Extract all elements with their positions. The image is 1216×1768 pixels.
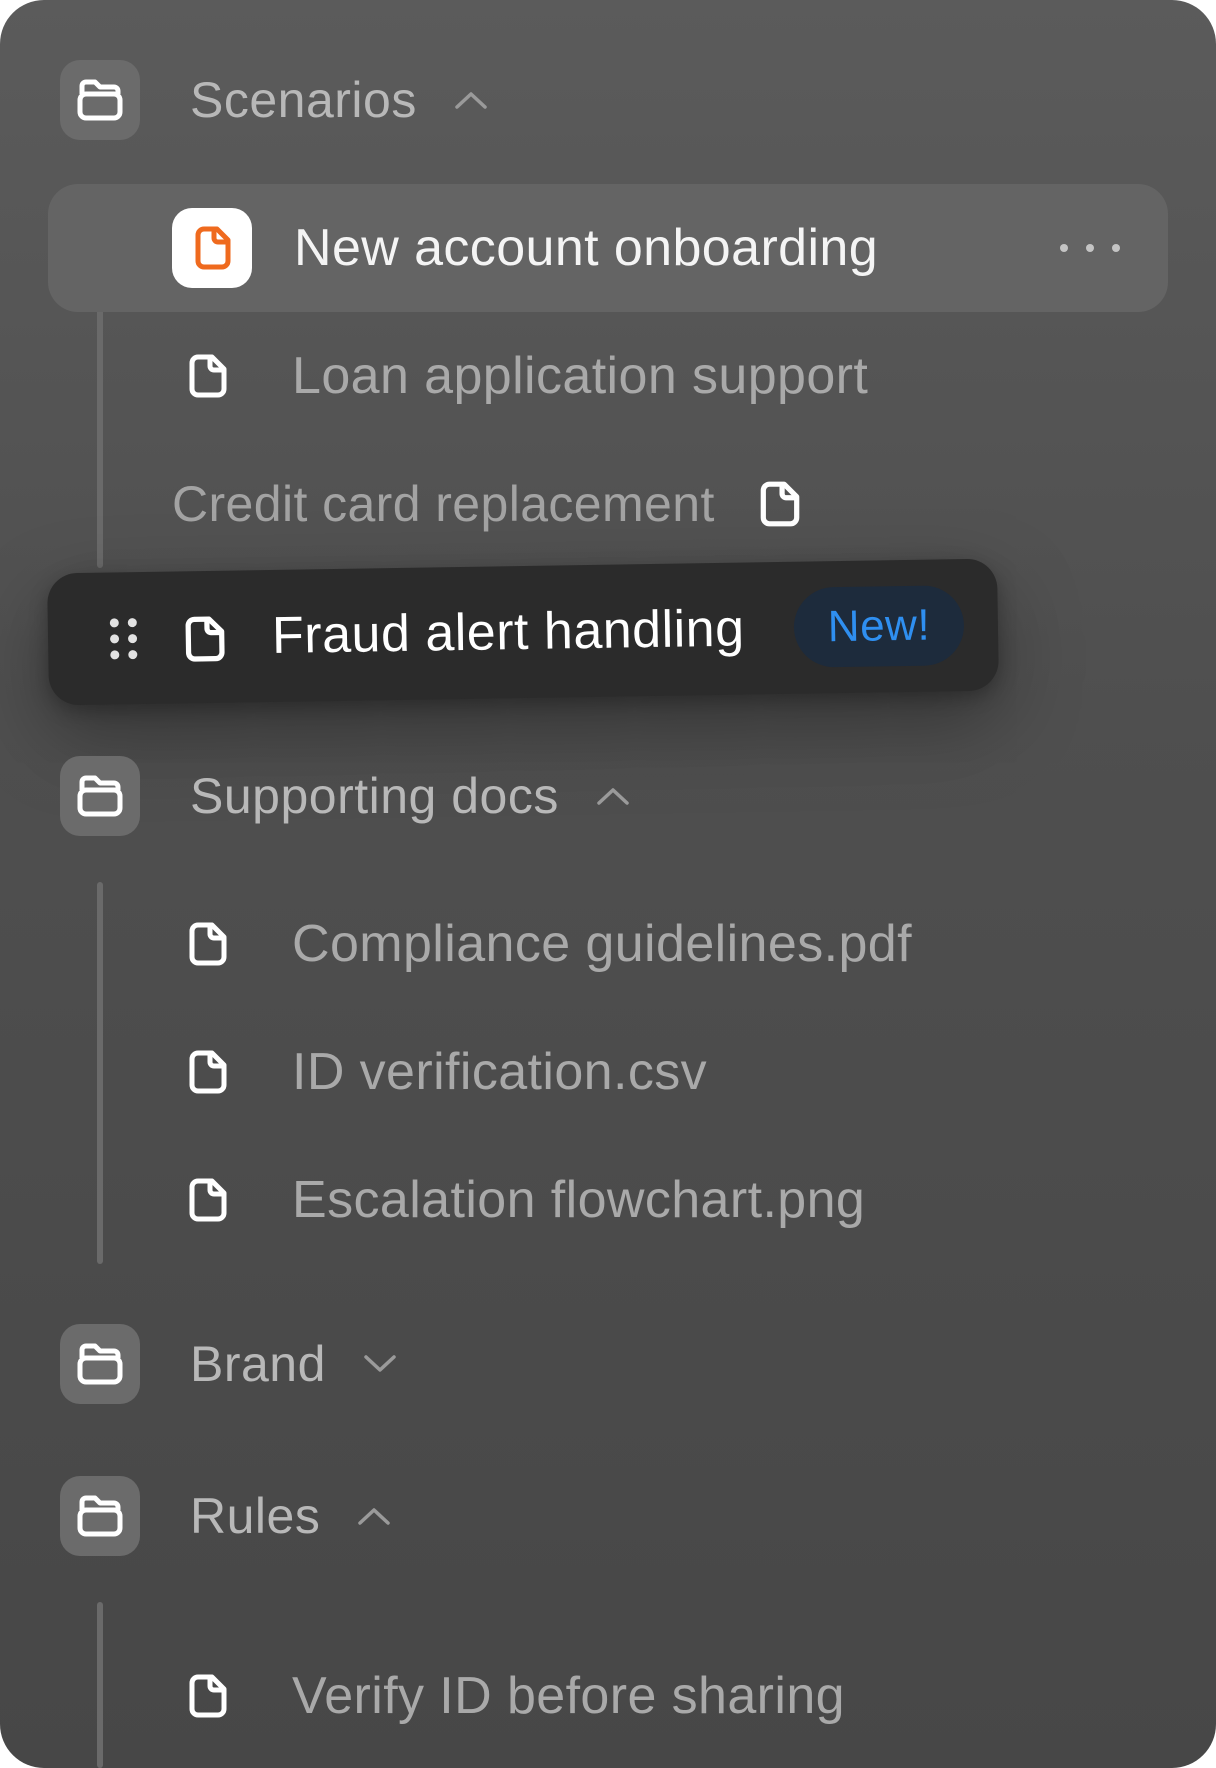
list-item[interactable]: Credit card replacement: [172, 464, 805, 544]
list-item[interactable]: ID verification.csv: [168, 1032, 707, 1112]
file-tree-panel: Scenarios New account onboarding Loan ap…: [0, 0, 1216, 1768]
chevron-up-icon[interactable]: [595, 785, 631, 807]
new-badge: New!: [793, 585, 965, 668]
chevron-down-icon[interactable]: [362, 1353, 398, 1375]
file-icon: [172, 208, 252, 288]
folder-label: Supporting docs: [190, 768, 559, 824]
folder-scenarios[interactable]: Scenarios: [60, 60, 489, 140]
file-label: Verify ID before sharing: [292, 1667, 845, 1725]
folder-brand[interactable]: Brand: [60, 1324, 398, 1404]
file-label: ID verification.csv: [292, 1043, 708, 1101]
file-label: Fraud alert handling: [271, 599, 745, 665]
file-icon: [180, 611, 231, 668]
file-icon: [168, 1656, 248, 1736]
file-icon: [168, 336, 248, 416]
dragging-item[interactable]: Fraud alert handling New!: [47, 558, 999, 706]
drag-handle-icon[interactable]: [109, 618, 139, 660]
folder-supporting-docs[interactable]: Supporting docs: [60, 756, 631, 836]
file-label: Loan application support: [292, 347, 869, 405]
tree-line-supporting: [97, 882, 103, 1264]
list-item[interactable]: Loan application support: [168, 336, 868, 416]
file-label: Credit card replacement: [172, 476, 715, 532]
chevron-up-icon[interactable]: [453, 89, 489, 111]
folder-label: Scenarios: [190, 72, 417, 128]
chevron-up-icon[interactable]: [356, 1505, 392, 1527]
folder-rules[interactable]: Rules: [60, 1476, 392, 1556]
file-label: New account onboarding: [294, 219, 879, 277]
folder-label: Rules: [190, 1488, 321, 1544]
file-label: Compliance guidelines.pdf: [292, 915, 912, 973]
folder-icon: [60, 60, 140, 140]
list-item[interactable]: Compliance guidelines.pdf: [168, 904, 912, 984]
file-label: Escalation flowchart.png: [292, 1171, 866, 1229]
folder-label: Brand: [190, 1336, 326, 1392]
tree-line-rules: [97, 1602, 103, 1768]
file-icon: [168, 1032, 248, 1112]
folder-icon: [60, 756, 140, 836]
file-icon: [168, 1160, 248, 1240]
file-icon: [168, 904, 248, 984]
list-item-selected[interactable]: New account onboarding: [48, 184, 1168, 312]
folder-icon: [60, 1324, 140, 1404]
folder-icon: [60, 1476, 140, 1556]
more-horizontal-icon[interactable]: [1060, 228, 1120, 268]
list-item[interactable]: Escalation flowchart.png: [168, 1160, 865, 1240]
list-item[interactable]: Verify ID before sharing: [168, 1656, 845, 1736]
file-icon: [755, 476, 805, 532]
